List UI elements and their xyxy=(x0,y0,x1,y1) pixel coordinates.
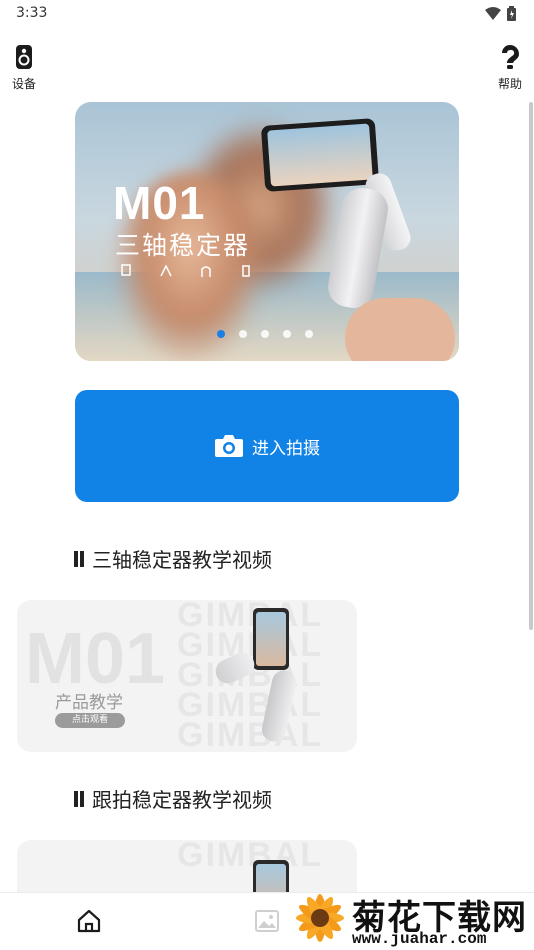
flower-logo-icon xyxy=(296,894,344,942)
motion-mode-icon xyxy=(160,264,172,277)
carousel-dot[interactable] xyxy=(283,330,291,338)
camera-icon xyxy=(215,435,243,457)
carousel-dots xyxy=(217,330,313,338)
section-heading: 跟拍稳定器教学视频 xyxy=(74,784,272,813)
help-label: 帮助 xyxy=(497,77,522,91)
status-icons xyxy=(485,6,516,21)
carousel-dot[interactable] xyxy=(239,330,247,338)
tracking-mode-icon xyxy=(242,265,250,277)
section-marker-icon xyxy=(74,550,84,567)
banner-phone-image xyxy=(260,118,380,192)
carousel-dot[interactable] xyxy=(305,330,313,338)
section-marker-icon xyxy=(74,790,84,807)
home-icon xyxy=(77,909,101,933)
portrait-mode-icon xyxy=(121,264,131,276)
start-shooting-label: 进入拍摄 xyxy=(252,438,320,459)
battery-icon xyxy=(507,6,516,21)
help-button[interactable]: 帮助 xyxy=(488,44,532,92)
card-watermark: GIMBAL GIMBAL GIMBAL GIMBAL GIMBAL xyxy=(177,600,324,752)
banner-feature-icons xyxy=(119,264,253,278)
carousel-dot[interactable] xyxy=(217,330,225,338)
status-bar: 3:33 xyxy=(0,0,534,28)
banner-title: M01 xyxy=(113,177,206,229)
nav-home[interactable] xyxy=(76,909,104,935)
banner-subtitle: 三轴稳定器 xyxy=(115,231,251,260)
watch-button[interactable]: 点击观看 xyxy=(55,713,125,728)
start-shooting-button[interactable]: 进入拍摄 xyxy=(75,390,459,502)
help-icon xyxy=(502,45,519,69)
scrollbar[interactable] xyxy=(529,102,533,630)
device-icon xyxy=(16,45,32,69)
card-caption: 产品教学 xyxy=(55,693,123,713)
tutorial-video-card[interactable]: GIMBAL GIMBAL GIMBAL GIMBAL GIMBAL M01 产… xyxy=(17,600,357,752)
section-title: 三轴稳定器教学视频 xyxy=(92,548,272,572)
site-logo-url: www.juahar.com xyxy=(352,930,487,948)
gesture-mode-icon xyxy=(201,266,211,277)
image-icon xyxy=(255,910,279,932)
wifi-icon xyxy=(485,7,501,20)
device-label: 设备 xyxy=(11,77,36,91)
card-phone-image xyxy=(253,608,289,670)
banner-hand-image xyxy=(345,298,455,361)
section-heading: 三轴稳定器教学视频 xyxy=(74,544,272,573)
product-banner[interactable]: M01 三轴稳定器 xyxy=(75,102,459,361)
section-title: 跟拍稳定器教学视频 xyxy=(92,788,272,812)
card-watermark: GIMBAL xyxy=(177,840,324,874)
carousel-dot[interactable] xyxy=(261,330,269,338)
device-button[interactable]: 设备 xyxy=(2,44,46,92)
status-time: 3:33 xyxy=(16,5,48,21)
nav-gallery[interactable] xyxy=(254,909,282,935)
